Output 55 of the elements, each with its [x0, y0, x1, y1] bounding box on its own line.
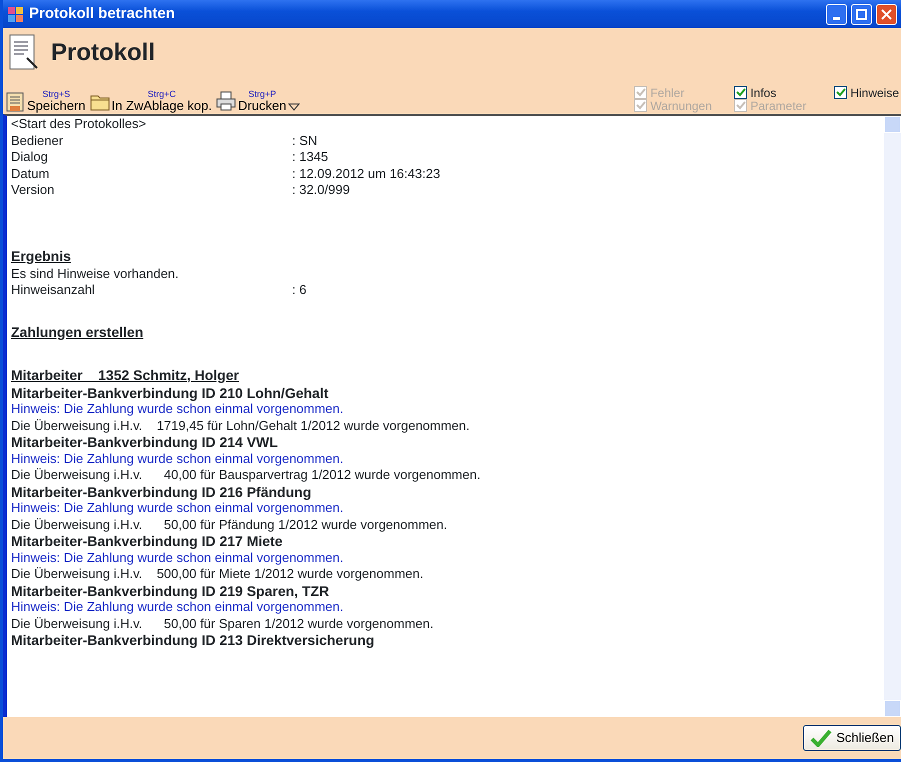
header-title: Protokoll: [51, 38, 156, 68]
minimize-icon: [833, 16, 840, 20]
field-label: Version: [11, 182, 56, 198]
field-label: Dialog: [11, 149, 49, 166]
log-entry-title: Mitarbeiter-Bankverbindung ID 216 Pfändung: [11, 484, 312, 500]
field-value: : 32.0/999: [292, 182, 350, 197]
log-text: Die Überweisung i.H.v. 40,00 für Bausparvertrag 1/2012 wurde vorgenommen.: [11, 467, 482, 484]
checkmark-icon: [835, 87, 846, 98]
maximize-icon: [856, 8, 867, 20]
log-text: Die Überweisung i.H.v. 50,00 für Pfändung 1/2012 wurde vorgenommen.: [11, 516, 448, 533]
scrollbar[interactable]: [884, 116, 901, 717]
checkmark-icon: [635, 87, 646, 98]
log-text: Die Überweisung i.H.v. 500,00 für Miete 1/2012 wurde vorgenommen.: [11, 566, 424, 582]
hint-text: Hinweis: Die Zahlung wurde schon einmal vorgenommen.: [11, 500, 344, 516]
hint-text: Hinweis: Die Zahlung wurde schon einmal vorgenommen.: [11, 401, 344, 418]
log-entry-title: Mitarbeiter-Bankverbindung ID 210 Lohn/Gehalt: [11, 384, 330, 401]
field-label: Datum: [11, 166, 50, 182]
field-value: : SN: [292, 132, 318, 148]
minimize-button[interactable]: [826, 4, 847, 24]
field-label: Bediener: [11, 132, 64, 149]
checkmark-icon: [735, 87, 746, 98]
hint-text: Hinweis: Die Zahlung wurde schon einmal vorgenommen.: [11, 599, 344, 616]
log-text: Die Überweisung i.H.v. 1719,45 für Lohn/Gehalt 1/2012 wurde vorgenommen.: [11, 418, 471, 434]
close-button[interactable]: [876, 4, 897, 24]
close-button[interactable]: Schließen: [803, 725, 901, 751]
section-heading: Ergebnis: [11, 246, 72, 266]
checkmark-icon: [635, 100, 646, 111]
log-entry-title: Mitarbeiter-Bankverbindung ID 219 Sparen, TZR: [11, 582, 330, 599]
save-icon: [5, 91, 25, 112]
log-text: <Start des Protokolles>: [11, 116, 148, 132]
hint-text: Hinweis: Die Zahlung wurde schon einmal vorgenommen.: [11, 550, 344, 566]
field-label: Hinweisanzahl: [11, 282, 96, 298]
field-value: : 6: [292, 282, 306, 297]
log-text: Es sind Hinweise vorhanden.: [11, 266, 180, 282]
log-entry-title: Mitarbeiter-Bankverbindung ID 214 VWL: [11, 434, 279, 450]
maximize-button[interactable]: [851, 4, 872, 24]
log-entry-title: Mitarbeiter-Bankverbindung ID 213 Direktversicherung: [11, 632, 376, 648]
app-icon: [7, 6, 24, 22]
log-entry-title: Mitarbeiter-Bankverbindung ID 217 Miete: [11, 533, 284, 550]
section-heading: Zahlungen erstellen: [11, 322, 144, 342]
window-title: Protokoll betrachten: [29, 4, 175, 24]
checkmark-icon: [735, 100, 746, 111]
toolbar-button[interactable]: Strg+C In ZwAblage kop.: [90, 90, 216, 112]
close-icon: [881, 8, 892, 20]
toolbar-button[interactable]: Strg+P Drucken: [216, 90, 304, 112]
checkmark-icon: [810, 729, 832, 747]
field-value: : 12.09.2012 um 16:43:23: [292, 166, 440, 180]
printer-icon: [216, 91, 236, 112]
log-text: Die Überweisung i.H.v. 50,00 für Sparen 1/2012 wurde vorgenommen.: [11, 616, 434, 632]
toolbar-button[interactable]: Strg+S Speichern: [5, 90, 90, 112]
section-heading: Mitarbeiter 1352 Schmitz, Holger: [11, 366, 240, 384]
field-value: : 1345: [292, 149, 328, 164]
filter-checkbox[interactable]: Hinweise: [834, 86, 899, 99]
hint-text: Hinweis: Die Zahlung wurde schon einmal vorgenommen.: [11, 450, 344, 467]
filter-checkbox[interactable]: Infos: [734, 86, 834, 99]
